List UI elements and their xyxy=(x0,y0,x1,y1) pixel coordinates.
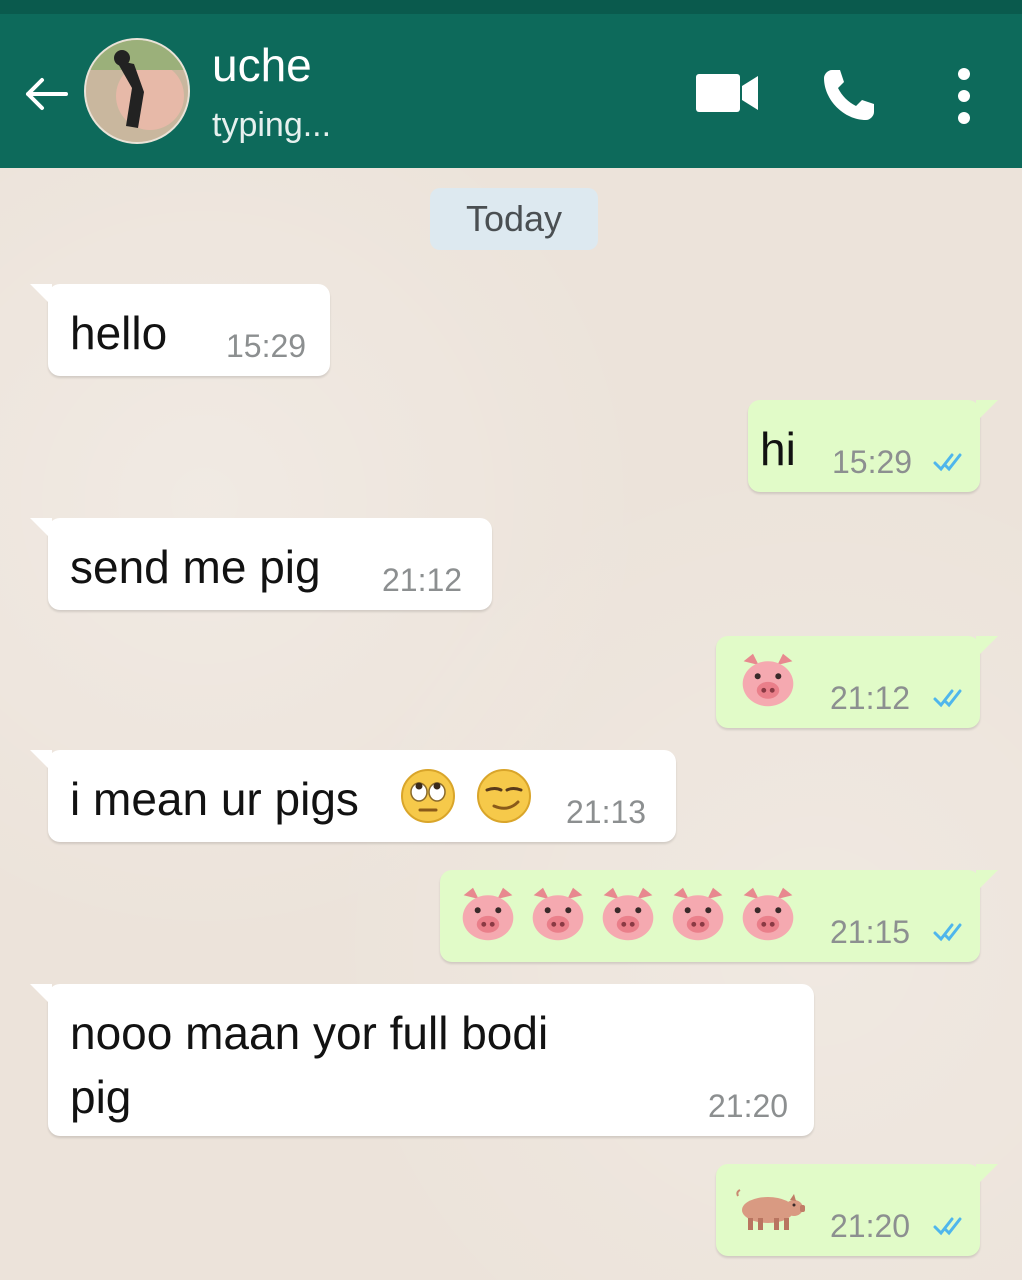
voice-call-icon[interactable] xyxy=(820,66,878,124)
incoming-message[interactable]: i mean ur pigs 21:13 xyxy=(30,750,676,842)
incoming-message[interactable]: hello 15:29 xyxy=(30,284,330,376)
outgoing-message[interactable]: 21:20 xyxy=(716,1164,998,1256)
rolling-eyes-emoji xyxy=(401,769,455,823)
date-separator: Today xyxy=(430,188,598,250)
back-arrow-icon[interactable] xyxy=(22,74,70,114)
contact-avatar[interactable] xyxy=(84,38,190,144)
outgoing-message[interactable]: 21:15 xyxy=(440,870,998,962)
status-bar xyxy=(0,0,1022,14)
message-text: send me pig xyxy=(70,541,321,593)
message-text: hello xyxy=(70,307,168,359)
smirking-face-emoji xyxy=(477,769,531,823)
message-text: hi xyxy=(760,423,796,475)
message-time: 15:29 xyxy=(832,444,913,480)
more-options-icon[interactable] xyxy=(952,66,976,126)
read-receipt-icon xyxy=(933,689,962,707)
message-time: 21:13 xyxy=(566,794,647,830)
incoming-message[interactable]: send me pig 21:12 xyxy=(30,518,492,610)
pig-face-emoji xyxy=(532,887,584,941)
read-receipt-icon xyxy=(933,453,962,471)
outgoing-message[interactable]: hi 15:29 xyxy=(748,400,998,492)
pig-face-emoji xyxy=(602,887,654,941)
chat-area[interactable]: Today hello 15:29 hi 15:29 send me pig 2… xyxy=(0,168,1022,1280)
outgoing-message[interactable]: 21:12 xyxy=(716,636,998,728)
message-time: 21:12 xyxy=(382,562,463,598)
pig-emoji xyxy=(736,1189,805,1230)
pig-face-emoji xyxy=(462,887,514,941)
incoming-message[interactable]: nooo maan yor full bodi pig 21:20 xyxy=(30,984,814,1136)
pig-face-emoji xyxy=(672,887,724,941)
pig-face-emoji xyxy=(742,653,794,707)
message-text-line: nooo maan yor full bodi xyxy=(70,1007,549,1059)
pig-face-emoji xyxy=(742,887,794,941)
message-time: 21:20 xyxy=(708,1088,789,1124)
contact-status: typing... xyxy=(212,106,332,144)
message-time: 15:29 xyxy=(226,328,307,364)
video-call-icon[interactable] xyxy=(694,70,762,116)
message-time: 21:20 xyxy=(830,1208,911,1244)
read-receipt-icon xyxy=(933,923,962,941)
message-time: 21:15 xyxy=(830,914,911,950)
chat-header: uche typing... xyxy=(0,14,1022,168)
message-text: i mean ur pigs xyxy=(70,773,359,825)
contact-name[interactable]: uche xyxy=(212,38,312,92)
message-time: 21:12 xyxy=(830,680,911,716)
message-text-line: pig xyxy=(70,1071,132,1123)
read-receipt-icon xyxy=(933,1217,962,1235)
